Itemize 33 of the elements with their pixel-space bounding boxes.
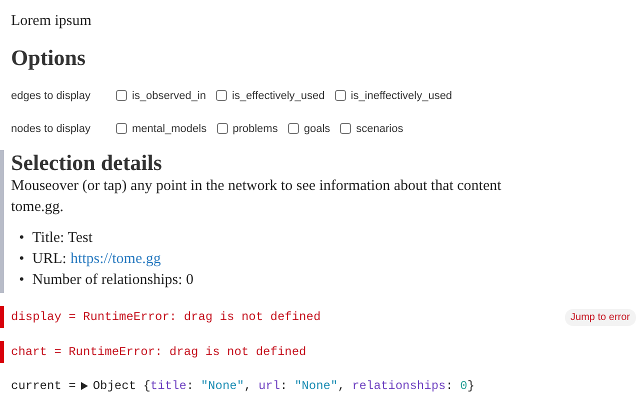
checkbox-label[interactable]: mental_models (132, 122, 207, 134)
checkbox-label[interactable]: scenarios (356, 122, 404, 134)
jump-to-error-button[interactable]: Jump to error (564, 308, 636, 326)
error-message: chart = RuntimeError: drag is not defined (11, 345, 306, 359)
checkbox[interactable] (288, 123, 299, 134)
detail-item: Title: Test (32, 229, 92, 248)
checkbox-label[interactable]: is_effectively_used (232, 90, 325, 102)
detail-item: Number of relationships: 0 (32, 271, 194, 290)
options-heading: Options (11, 45, 87, 71)
object-value: Object {title: "None", url: "None", relationships: 0} (92, 379, 475, 393)
checkbox[interactable] (340, 123, 352, 134)
list-bullet: • (19, 250, 24, 269)
error-message: display = RuntimeError: drag is not defined (11, 310, 321, 324)
description-text: Mouseover (or tap) any point in the network to see information about that content tome.gg. (11, 177, 502, 217)
option-group-label: edges to display (11, 90, 92, 102)
checkbox[interactable] (216, 90, 227, 101)
expand-triangle-icon[interactable] (80, 382, 88, 390)
option-group-label: nodes to display (11, 122, 92, 134)
cell-name: current = (11, 379, 76, 393)
list-bullet: • (19, 229, 24, 248)
selection-heading: Selection details (11, 150, 163, 176)
list-bullet: • (19, 271, 24, 290)
checkbox-label[interactable]: is_observed_in (132, 90, 206, 102)
checkbox[interactable] (116, 90, 127, 101)
checkbox[interactable] (334, 90, 346, 101)
checkbox-label[interactable]: problems (232, 122, 278, 134)
checkbox-label[interactable]: is_ineffectively_used (350, 90, 452, 102)
checkbox[interactable] (116, 123, 127, 134)
url-link[interactable]: https://tome.gg (70, 251, 161, 267)
detail-label: URL: (32, 251, 66, 267)
checkbox-label[interactable]: goals (304, 122, 330, 134)
checkbox[interactable] (216, 123, 228, 134)
intro-text: Lorem ipsum (11, 12, 92, 30)
